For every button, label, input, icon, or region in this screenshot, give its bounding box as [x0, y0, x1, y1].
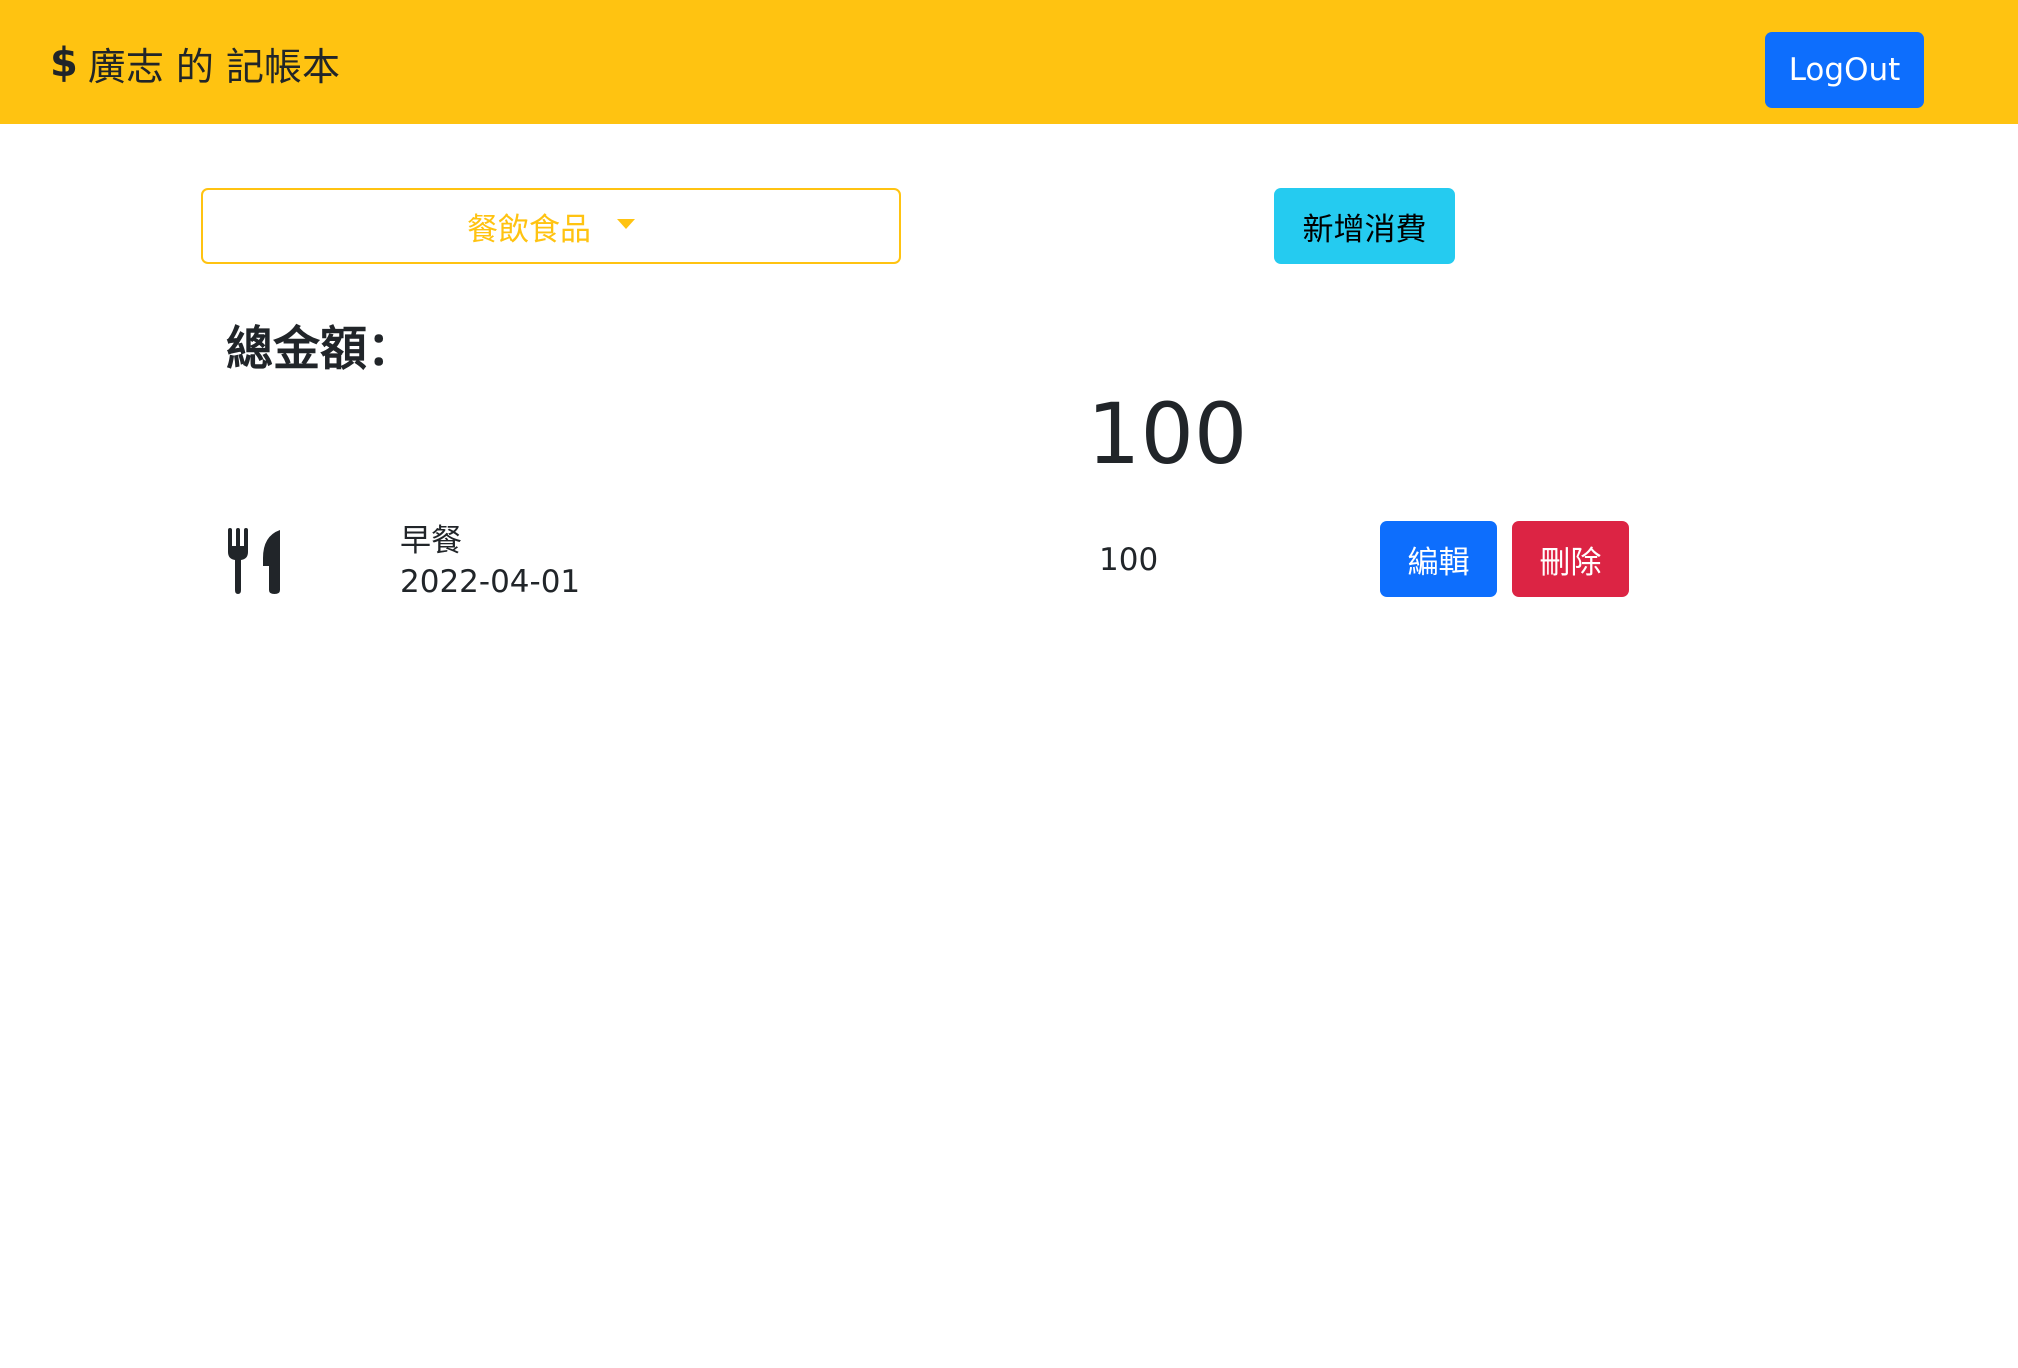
delete-button[interactable]: 刪除 — [1512, 521, 1629, 597]
total-label: 總金額： — [226, 322, 414, 377]
brand-title: 廣志 的 記帳本 — [87, 44, 341, 89]
category-dropdown[interactable]: 餐飲食品 — [201, 188, 901, 264]
expense-date: 2022-04-01 — [400, 564, 581, 600]
edit-button[interactable]: 編輯 — [1380, 521, 1497, 597]
logout-button[interactable]: LogOut — [1765, 32, 1924, 108]
expense-name: 早餐 — [400, 523, 462, 559]
add-expense-button[interactable]: 新增消費 — [1274, 188, 1455, 264]
caret-down-icon — [617, 219, 635, 229]
total-value: 100 — [1087, 385, 1248, 483]
brand[interactable]: $ 廣志 的 記帳本 — [50, 36, 340, 90]
top-navbar: $ 廣志 的 記帳本 LogOut — [0, 0, 2018, 124]
utensils-icon — [228, 528, 280, 594]
category-dropdown-label: 餐飲食品 — [467, 211, 591, 248]
dollar-sign-icon: $ — [50, 40, 78, 86]
expense-amount: 100 — [1099, 542, 1159, 578]
